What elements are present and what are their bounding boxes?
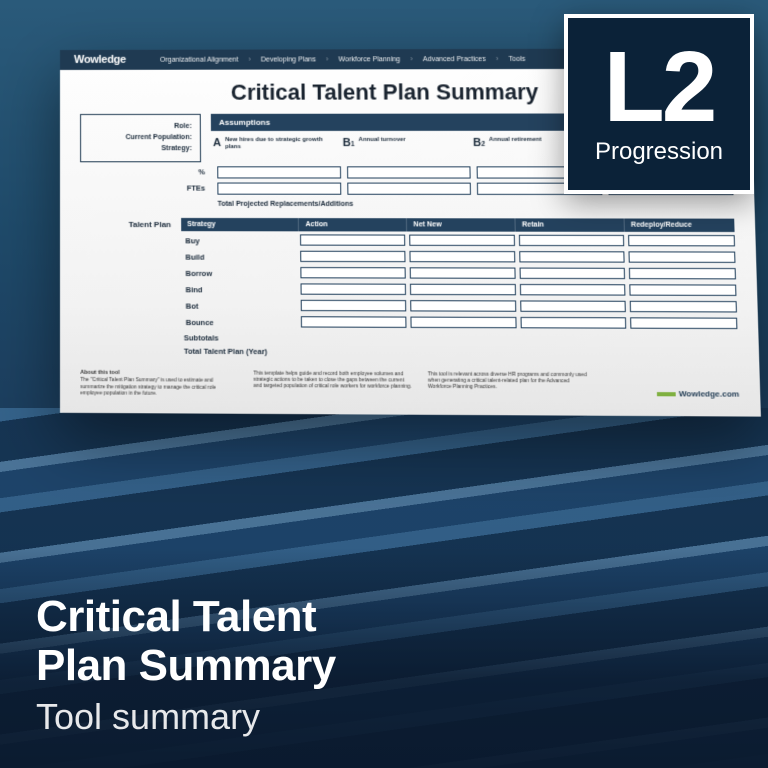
footer-col-2: This template helps guide and record bot… bbox=[253, 370, 413, 398]
input-cell[interactable] bbox=[217, 166, 340, 178]
level-label: Progression bbox=[595, 138, 723, 166]
row-label-ftes: FTEs bbox=[80, 184, 211, 193]
breadcrumb-item: Tools bbox=[509, 55, 526, 62]
strategy-name: Bounce bbox=[182, 315, 297, 329]
input-cell[interactable] bbox=[520, 300, 626, 312]
input-cell[interactable] bbox=[519, 251, 625, 263]
assumption-label: Annual retirement bbox=[489, 137, 542, 144]
assumption-code: B1 bbox=[343, 137, 355, 149]
assumption-b1: B1 Annual turnover bbox=[343, 137, 467, 150]
input-cell[interactable] bbox=[630, 317, 737, 329]
breadcrumb-item: Advanced Practices bbox=[423, 56, 486, 63]
table-row: Borrow bbox=[181, 266, 736, 281]
input-cell[interactable] bbox=[347, 166, 471, 178]
promo-card: Wowledge Organizational Alignment› Devel… bbox=[0, 0, 768, 768]
footer-col-about: About this tool The "Critical Talent Pla… bbox=[80, 369, 239, 397]
footer-text: This template helps guide and record bot… bbox=[253, 370, 411, 390]
input-cell[interactable] bbox=[301, 316, 406, 328]
caption-subtitle: Tool summary bbox=[36, 696, 336, 738]
breadcrumb-item: Organizational Alignment bbox=[160, 56, 238, 63]
talent-plan-header-row: Strategy Action Net New Retain Redeploy/… bbox=[181, 218, 734, 232]
input-cell[interactable] bbox=[409, 234, 515, 245]
input-cell[interactable] bbox=[628, 234, 735, 245]
strategy-name: Build bbox=[181, 250, 296, 263]
footer-heading: About this tool bbox=[80, 369, 239, 377]
breadcrumb-item: Developing Plans bbox=[261, 56, 316, 63]
role-label-population: Current Population: bbox=[89, 132, 192, 143]
strategy-name: Borrow bbox=[181, 266, 296, 280]
caption-title: Critical Talent Plan Summary bbox=[36, 593, 336, 690]
talent-plan-section: Talent Plan Strategy Action Net New Reta… bbox=[80, 217, 738, 357]
role-box: Role: Current Population: Strategy: bbox=[80, 114, 201, 162]
column-header: Net New bbox=[407, 218, 516, 231]
footer-brand: Wowledge.com bbox=[604, 389, 740, 400]
breadcrumb-item: Workforce Planning bbox=[338, 56, 400, 63]
level-badge: L2 Progression bbox=[564, 14, 754, 194]
input-cell[interactable] bbox=[630, 284, 737, 296]
input-cell[interactable] bbox=[630, 300, 737, 312]
role-label-role: Role: bbox=[89, 121, 192, 132]
brand-logo: Wowledge bbox=[74, 54, 126, 66]
column-header: Retain bbox=[516, 218, 625, 231]
input-cell[interactable] bbox=[300, 267, 405, 279]
input-cell[interactable] bbox=[301, 299, 406, 311]
assumption-code: A bbox=[213, 137, 221, 149]
table-row: Build bbox=[181, 250, 735, 264]
table-row: Buy bbox=[181, 234, 735, 248]
footer-col-3: This tool is relevant across diverse HR … bbox=[428, 371, 590, 399]
footer-text: The "Critical Talent Plan Summary" is us… bbox=[80, 377, 216, 396]
brand-accent-bar bbox=[657, 392, 676, 396]
input-cell[interactable] bbox=[300, 234, 405, 245]
column-header: Strategy bbox=[181, 218, 299, 231]
role-label-strategy: Strategy: bbox=[89, 143, 192, 154]
input-cell[interactable] bbox=[518, 234, 624, 245]
strategy-name: Buy bbox=[181, 234, 296, 247]
input-cell[interactable] bbox=[629, 251, 736, 263]
footer-text: This tool is relevant across diverse HR … bbox=[428, 371, 587, 390]
input-cell[interactable] bbox=[519, 284, 625, 296]
subtotals-label: Subtotals bbox=[182, 333, 738, 344]
input-cell[interactable] bbox=[301, 283, 406, 295]
input-cell[interactable] bbox=[410, 283, 516, 295]
talent-plan-table: Strategy Action Net New Retain Redeploy/… bbox=[181, 218, 738, 358]
table-row: Bounce bbox=[182, 315, 738, 330]
level-code: L2 bbox=[604, 42, 715, 132]
table-row: Bind bbox=[181, 283, 736, 298]
input-cell[interactable] bbox=[409, 267, 515, 279]
input-cell[interactable] bbox=[300, 250, 405, 261]
column-header: Redeploy/Reduce bbox=[625, 218, 735, 231]
strategy-name: Bot bbox=[182, 299, 297, 313]
projected-total-label: Total Projected Replacements/Additions bbox=[217, 200, 733, 208]
document-footer: About this tool The "Critical Talent Pla… bbox=[60, 355, 760, 400]
card-caption: Critical Talent Plan Summary Tool summar… bbox=[36, 593, 336, 738]
input-cell[interactable] bbox=[410, 316, 516, 328]
input-cell[interactable] bbox=[410, 300, 516, 312]
talent-plan-side-label: Talent Plan bbox=[80, 217, 172, 355]
row-label-percent: % bbox=[80, 167, 211, 176]
table-row: Bot bbox=[182, 299, 737, 314]
input-cell[interactable] bbox=[629, 267, 736, 279]
column-header: Action bbox=[299, 218, 407, 231]
input-cell[interactable] bbox=[409, 250, 515, 261]
assumption-label: New hires due to strategic growth plans bbox=[225, 137, 337, 150]
assumption-label: Annual turnover bbox=[358, 137, 405, 144]
input-cell[interactable] bbox=[520, 316, 626, 328]
strategy-name: Bind bbox=[181, 283, 296, 297]
input-cell[interactable] bbox=[347, 182, 471, 194]
input-cell[interactable] bbox=[519, 267, 625, 279]
assumption-code: B2 bbox=[473, 137, 485, 149]
assumption-a: A New hires due to strategic growth plan… bbox=[213, 137, 337, 150]
input-cell[interactable] bbox=[217, 182, 340, 194]
